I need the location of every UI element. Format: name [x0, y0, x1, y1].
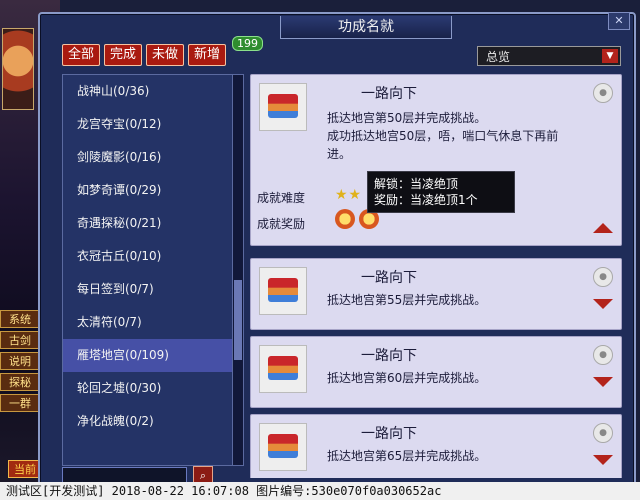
list-item[interactable]: 轮回之墟(0/30) — [63, 372, 233, 405]
medal-icon: ● — [593, 83, 613, 103]
card-description: 抵达地宫第65层并完成挑战。 — [327, 449, 487, 463]
expand-arrow-icon[interactable] — [593, 299, 613, 309]
reward-tooltip: 解锁：当凌绝顶 奖励：当凌绝顶1个 — [367, 171, 515, 213]
achievement-card[interactable]: 一路向下抵达地宫第60层并完成挑战。 ● — [250, 336, 622, 408]
close-button[interactable]: ✕ — [608, 12, 630, 30]
achievement-icon — [259, 345, 307, 393]
list-scrollbar[interactable] — [232, 74, 244, 466]
card-desc-line1: 抵达地宫第50层并完成挑战。 — [327, 111, 487, 125]
side-tab-system[interactable]: 系统 — [0, 310, 40, 328]
tooltip-line2: 奖励：当凌绝顶1个 — [374, 193, 478, 207]
achievement-cards: 一路向下 抵达地宫第50层并完成挑战。 成功抵达地宫50层，唔，喘口气休息下再前… — [250, 74, 628, 478]
collapse-arrow-icon[interactable] — [593, 223, 613, 233]
card-desc-line3: 进。 — [327, 147, 352, 161]
list-item[interactable]: 如梦奇谭(0/29) — [63, 174, 233, 207]
achievement-icon — [259, 83, 307, 131]
achievement-card-expanded[interactable]: 一路向下 抵达地宫第50层并完成挑战。 成功抵达地宫50层，唔，喘口气休息下再前… — [250, 74, 622, 246]
list-item[interactable]: 剑陵魔影(0/16) — [63, 141, 233, 174]
select-value: 总览 — [486, 50, 511, 64]
card-title: 一路向下 — [361, 86, 417, 102]
card-title: 一路向下 — [361, 348, 417, 364]
filter-undone-button[interactable]: 未做 — [146, 44, 185, 66]
side-tab-explore[interactable]: 探秘 — [0, 373, 40, 391]
card-description: 抵达地宫第50层并完成挑战。 成功抵达地宫50层，唔，喘口气休息下再前 进。 — [327, 109, 558, 163]
status-bar: 测试区[开发测试] 2018-08-22 16:07:08 图片编号:530e0… — [0, 482, 640, 500]
achievement-panel: 功成名就 ✕ 全部 完成 未做 新增 199 总览 ▼ 战神山(0/36) 龙宫夺… — [38, 12, 636, 486]
medal-icon: ● — [593, 423, 613, 443]
difficulty-label: 成就难度 — [257, 191, 306, 205]
scrollbar-thumb[interactable] — [234, 280, 242, 360]
new-count-badge: 199 — [232, 36, 263, 51]
difficulty-stars: ★★ — [335, 187, 363, 203]
tooltip-line1: 解锁：当凌绝顶 — [374, 177, 459, 191]
list-item[interactable]: 太清符(0/7) — [63, 306, 233, 339]
category-list: 战神山(0/36) 龙宫夺宝(0/12) 剑陵魔影(0/16) 如梦奇谭(0/29) 奇… — [62, 74, 234, 466]
overview-select[interactable]: 总览 ▼ — [477, 46, 621, 66]
list-item[interactable]: 雁塔地宫(0/109) — [63, 339, 233, 372]
expand-arrow-icon[interactable] — [593, 455, 613, 465]
expand-arrow-icon[interactable] — [593, 377, 613, 387]
filter-done-button[interactable]: 完成 — [104, 44, 143, 66]
card-description: 抵达地宫第60层并完成挑战。 — [327, 371, 487, 385]
character-portrait[interactable] — [2, 28, 34, 110]
window-title: 功成名就 — [280, 16, 452, 39]
chevron-down-icon[interactable]: ▼ — [602, 49, 618, 63]
list-item[interactable]: 龙宫夺宝(0/12) — [63, 108, 233, 141]
side-tab-guji[interactable]: 古剑 — [0, 331, 40, 349]
list-item[interactable]: 每日签到(0/7) — [63, 273, 233, 306]
list-item[interactable]: 战神山(0/36) — [63, 75, 233, 108]
list-item[interactable]: 净化战魄(0/2) — [63, 405, 233, 438]
filter-row: 全部 完成 未做 新增 — [62, 44, 227, 66]
side-tab-info[interactable]: 说明 — [0, 352, 40, 370]
peach-icon[interactable] — [335, 209, 355, 229]
list-item[interactable]: 奇遇探秘(0/21) — [63, 207, 233, 240]
card-title: 一路向下 — [361, 270, 417, 286]
list-item[interactable]: 衣冠古丘(0/10) — [63, 240, 233, 273]
medal-icon: ● — [593, 345, 613, 365]
achievement-icon — [259, 267, 307, 315]
achievement-card[interactable]: 一路向下抵达地宫第65层并完成挑战。 ● — [250, 414, 622, 478]
side-tabs: 系统 古剑 说明 探秘 一群 — [0, 310, 40, 415]
card-desc-line2: 成功抵达地宫50层，唔，喘口气休息下再前 — [327, 129, 559, 143]
card-description: 抵达地宫第55层并完成挑战。 — [327, 293, 487, 307]
filter-all-button[interactable]: 全部 — [62, 44, 101, 66]
medal-icon: ● — [593, 267, 613, 287]
achievement-icon — [259, 423, 307, 471]
side-text: 一群 — [0, 394, 40, 412]
card-title: 一路向下 — [361, 426, 417, 442]
achievement-card[interactable]: 一路向下抵达地宫第55层并完成挑战。 ● — [250, 258, 622, 330]
filter-new-button[interactable]: 新增 — [188, 44, 227, 66]
reward-label: 成就奖励 — [257, 217, 306, 231]
current-button[interactable]: 当前 — [8, 460, 42, 478]
